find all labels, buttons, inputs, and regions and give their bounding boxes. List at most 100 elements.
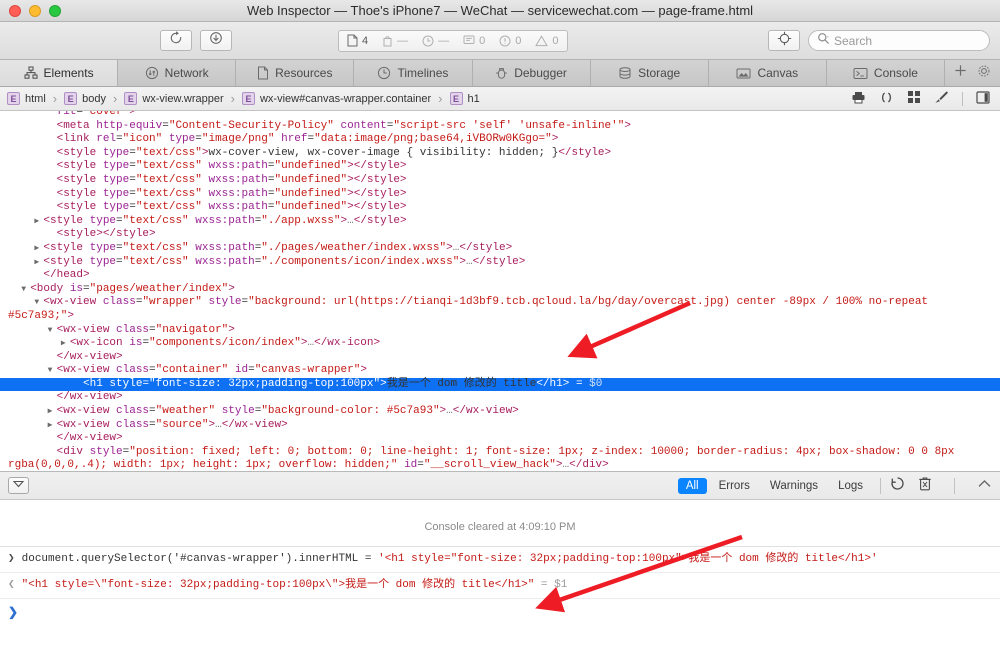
dom-node-row[interactable]: <wx-view class="container" id="canvas-wr… xyxy=(0,364,1000,378)
dom-node-row[interactable]: <style type="text/css">wx-cover-view, wx… xyxy=(0,147,1000,161)
dom-indent xyxy=(8,111,48,118)
dom-token-ellip: … xyxy=(347,214,354,227)
dom-node-selected[interactable]: <h1 style = "font-size: 32px;padding-top:1… xyxy=(0,377,1000,392)
dom-tree[interactable]: fit="cover"> <meta http-equiv="Content-S… xyxy=(0,111,1000,471)
sidebar-toggle-icon[interactable] xyxy=(976,90,990,107)
disclosure-triangle-open-icon[interactable] xyxy=(21,283,30,297)
search-input[interactable]: Search xyxy=(808,30,990,51)
dom-token-tag: > xyxy=(228,323,235,336)
tab-resources[interactable]: Resources xyxy=(236,60,355,86)
dashboard-logs[interactable]: 0 xyxy=(463,35,485,47)
console-panel[interactable]: Console cleared at 4:09:10 PM ❯ document… xyxy=(0,500,1000,650)
execution-context-selector[interactable] xyxy=(8,477,29,494)
close-window-button[interactable] xyxy=(9,4,21,17)
gear-icon[interactable] xyxy=(977,64,991,83)
dom-node-row[interactable]: <div style="position: fixed; left: 0; bo… xyxy=(0,446,1000,471)
dashboard-resources[interactable]: 4 xyxy=(347,34,368,47)
dom-node-row[interactable]: fit="cover"> xyxy=(0,111,1000,120)
print-icon[interactable] xyxy=(851,91,866,107)
trash-icon[interactable] xyxy=(918,476,932,496)
dom-token-tag: ></style> xyxy=(347,173,407,186)
dom-node-row[interactable]: <style></style> xyxy=(0,228,1000,242)
disclosure-triangle-closed-icon[interactable] xyxy=(61,337,70,351)
inspect-element-button[interactable] xyxy=(768,30,800,51)
console-prompt-row[interactable]: ❯ xyxy=(0,598,1000,625)
dom-node-row[interactable]: <style type="text/css" wxss:path="undefi… xyxy=(0,201,1000,215)
tab-canvas[interactable]: Canvas xyxy=(709,60,827,86)
dom-token-punct: = xyxy=(267,173,275,186)
console-input-entry[interactable]: ❯ document.querySelector('#canvas-wrappe… xyxy=(0,546,1000,572)
download-web-archive-button[interactable] xyxy=(200,30,232,51)
dom-node-row[interactable]: </wx-view> xyxy=(0,391,1000,405)
document-icon xyxy=(347,34,358,47)
dom-node-row[interactable]: <wx-view class="navigator"> xyxy=(0,324,1000,338)
dashboard[interactable]: 4 — — 0 0 0 xyxy=(338,29,568,52)
disclosure-triangle-open-icon[interactable] xyxy=(48,364,57,378)
reload-button[interactable] xyxy=(160,30,192,51)
tab-console[interactable]: Console xyxy=(827,60,945,86)
dom-node-row[interactable]: </wx-view> xyxy=(0,351,1000,365)
dashboard-warnings[interactable]: 0 xyxy=(535,35,559,47)
dom-token-punct: = xyxy=(569,377,590,390)
paintbrush-icon[interactable] xyxy=(934,90,949,107)
breadcrumb-item-wrapper[interactable]: E wx-view.wrapper xyxy=(124,92,224,105)
dom-token-punct xyxy=(162,133,169,145)
dom-node-row[interactable]: <wx-icon is="components/icon/index">…</w… xyxy=(0,337,1000,351)
tab-debugger[interactable]: Debugger xyxy=(473,60,591,86)
element-badge-icon: E xyxy=(7,92,20,105)
dom-node-row[interactable]: <style type="text/css" wxss:path="./app.… xyxy=(0,215,1000,229)
dashboard-errors[interactable]: 0 xyxy=(499,35,521,47)
dom-node-row[interactable]: <style type="text/css" wxss:path="./page… xyxy=(0,242,1000,256)
console-output-entry[interactable]: ❮ "<h1 style=\"font-size: 32px;padding-t… xyxy=(0,572,1000,598)
breadcrumb-item-canvas-wrapper[interactable]: E wx-view#canvas-wrapper.container xyxy=(241,92,431,105)
dom-token-tag: > xyxy=(360,364,367,377)
zoom-window-button[interactable] xyxy=(49,4,61,17)
filter-errors[interactable]: Errors xyxy=(711,478,758,494)
dom-node-row[interactable]: <style type="text/css" wxss:path="undefi… xyxy=(0,174,1000,188)
dom-indent xyxy=(8,120,48,132)
dom-token-val: "text/css" xyxy=(135,201,202,214)
disclosure-triangle-closed-icon[interactable] xyxy=(48,419,57,433)
dom-token-val: "script-src 'self' 'unsafe-inline'" xyxy=(393,119,625,132)
dom-token-punct: = xyxy=(129,160,136,173)
dom-node-row[interactable]: <meta http-equiv="Content-Security-Polic… xyxy=(0,120,1000,134)
tab-network[interactable]: Network xyxy=(118,60,237,86)
tab-storage[interactable]: Storage xyxy=(591,60,709,86)
code-icon[interactable] xyxy=(879,91,894,107)
dom-node-row[interactable]: <style type="text/css" wxss:path="undefi… xyxy=(0,188,1000,202)
tab-elements[interactable]: Elements xyxy=(0,60,119,86)
dom-node-row[interactable]: <style type="text/css" wxss:path="./comp… xyxy=(0,256,1000,270)
preserve-log-icon[interactable] xyxy=(890,476,905,496)
minimize-window-button[interactable] xyxy=(29,4,41,17)
disclosure-triangle-closed-icon[interactable] xyxy=(48,405,57,419)
console-output-text: "<h1 style=\"font-size: 32px;padding-top… xyxy=(21,579,568,591)
dom-token-tag: </wx-view> xyxy=(56,432,123,445)
disclosure-triangle-open-icon[interactable] xyxy=(48,324,57,338)
dom-token-punct: = xyxy=(129,201,136,214)
dom-node-row[interactable]: </head> xyxy=(0,269,1000,283)
breadcrumb-item-h1[interactable]: E h1 xyxy=(449,92,480,105)
dom-token-punct: = xyxy=(267,201,275,214)
dom-token-attr: content xyxy=(340,119,387,132)
tab-timelines[interactable]: Timelines xyxy=(354,60,473,86)
dashboard-time[interactable]: — xyxy=(422,35,449,47)
breadcrumb-item-html[interactable]: E html xyxy=(7,92,46,105)
dom-node-row[interactable]: <wx-view class="weather" style="backgrou… xyxy=(0,405,1000,419)
filter-all[interactable]: All xyxy=(677,477,707,494)
dom-node-row[interactable]: <link rel="icon" type="image/png" href="… xyxy=(0,133,1000,147)
dom-node-row[interactable]: <body is="pages/weather/index"> xyxy=(0,283,1000,297)
dom-node-row[interactable]: <wx-view class="wrapper" style="backgrou… xyxy=(0,296,1000,323)
dom-indent xyxy=(8,147,48,159)
grid-icon[interactable] xyxy=(907,90,921,107)
chevron-up-icon[interactable] xyxy=(977,477,992,495)
dom-node-row[interactable]: <wx-view class="source">…</wx-view> xyxy=(0,419,1000,433)
dom-token-val: "./app.wxss" xyxy=(261,214,341,227)
filter-logs[interactable]: Logs xyxy=(830,478,871,494)
dom-node-row[interactable]: </wx-view> xyxy=(0,432,1000,446)
dom-node-row[interactable]: <style type="text/css" wxss:path="undefi… xyxy=(0,160,1000,174)
filter-warnings[interactable]: Warnings xyxy=(762,478,826,494)
breadcrumb-item-body[interactable]: E body xyxy=(64,92,106,105)
dashboard-size[interactable]: — xyxy=(382,34,408,47)
dom-indent xyxy=(8,324,48,336)
add-tab-button[interactable] xyxy=(954,64,967,82)
